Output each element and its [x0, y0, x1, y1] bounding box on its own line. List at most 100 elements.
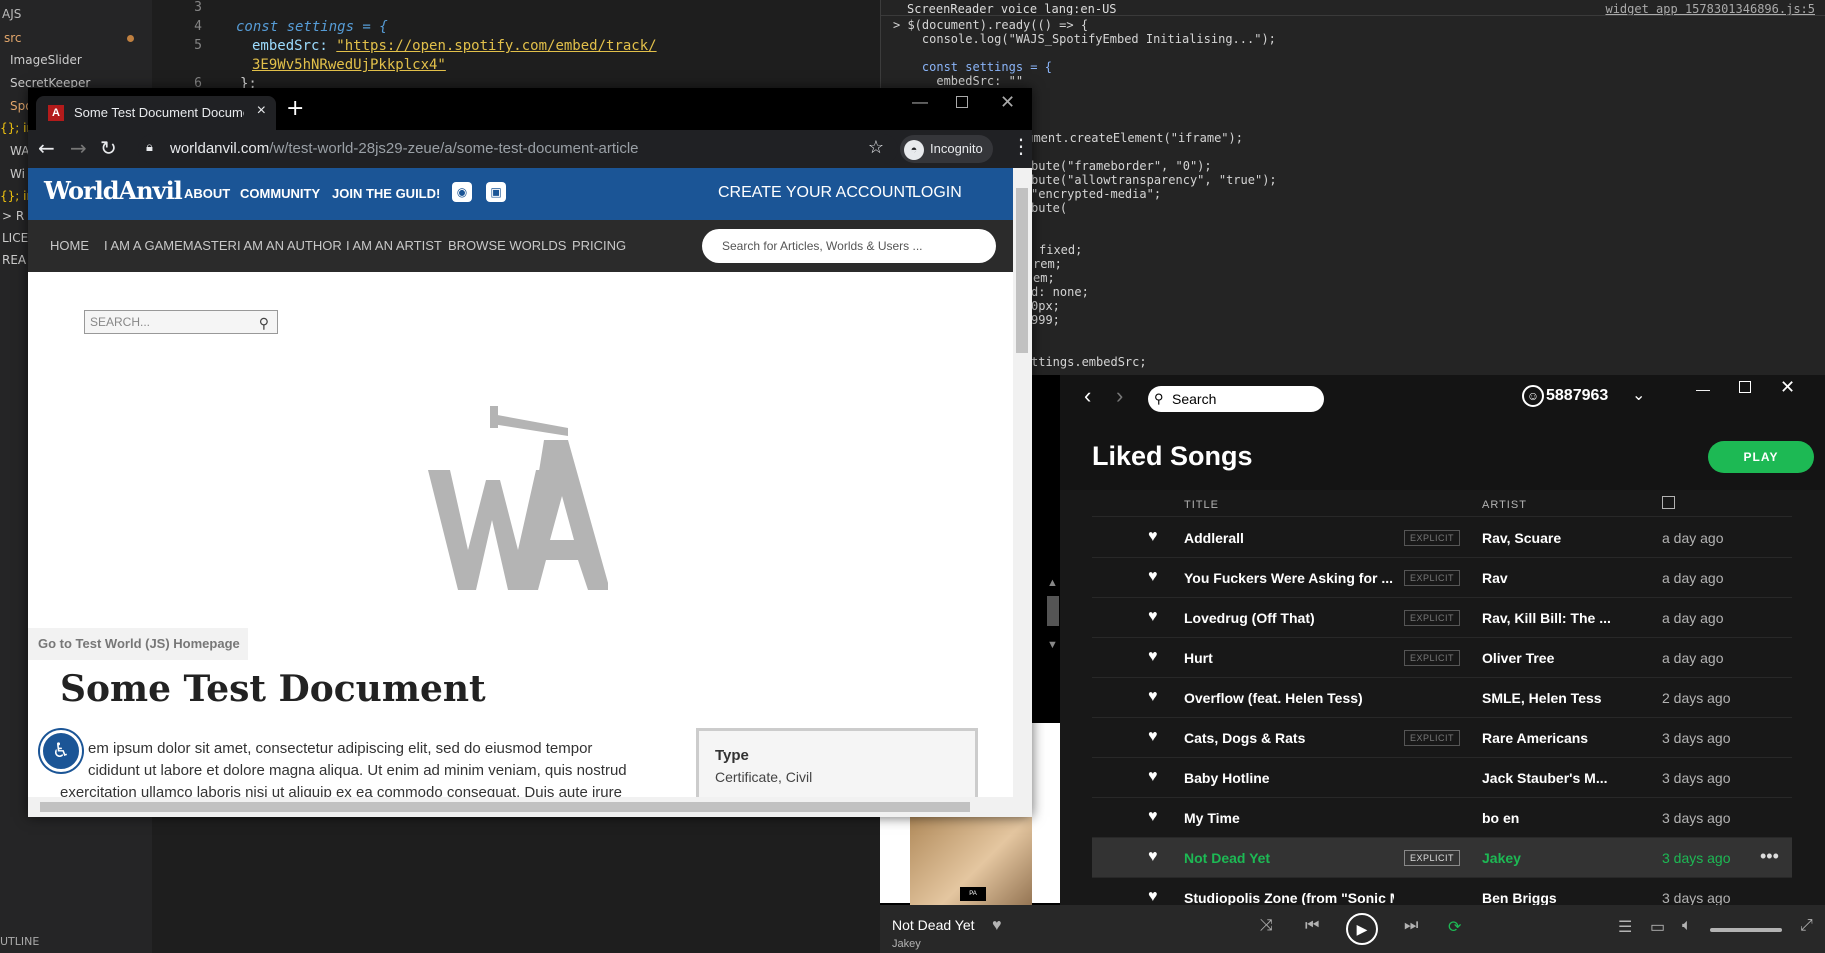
outline-section[interactable]: UTLINE	[0, 932, 152, 952]
next-icon[interactable]: ⏭	[1404, 917, 1418, 935]
track-artist[interactable]: bo en	[1482, 810, 1614, 826]
calendar-icon[interactable]	[1662, 496, 1675, 509]
shuffle-icon[interactable]: ⤨	[1260, 917, 1273, 935]
column-title[interactable]: TITLE	[1184, 499, 1219, 511]
track-row[interactable]: ♥ Lovedrug (Off That) EXPLICIT Rav, Kill Bi…	[1092, 598, 1792, 638]
discord-icon[interactable]: ◉	[452, 182, 472, 202]
browser-tab[interactable]: A Some Test Document Document ×	[36, 96, 276, 130]
subnav-gamemaster[interactable]: I AM A GAMEMASTER	[104, 238, 237, 253]
new-tab-icon[interactable]: +	[286, 96, 304, 121]
chevron-down-icon[interactable]: ⌄	[1632, 385, 1645, 405]
back-icon[interactable]: ‹	[1084, 383, 1091, 409]
scroll-thumb[interactable]	[1016, 188, 1028, 353]
more-options-icon[interactable]: •••	[1760, 846, 1779, 867]
sidebar-scrollbar[interactable]	[1047, 596, 1059, 626]
bookmark-star-icon[interactable]: ☆	[868, 137, 884, 158]
heart-icon[interactable]: ♥	[992, 917, 1002, 935]
scroll-up-icon[interactable]: ▲	[1047, 577, 1058, 589]
column-artist[interactable]: ARTIST	[1482, 499, 1527, 511]
user-name[interactable]: 5887963	[1546, 387, 1608, 405]
devices-icon[interactable]: ▭	[1650, 917, 1665, 937]
scroll-down-icon[interactable]: ▼	[1047, 639, 1058, 651]
heart-icon[interactable]: ♥	[1148, 648, 1158, 666]
subnav-home[interactable]: HOME	[50, 238, 89, 253]
track-title[interactable]: Studiopolis Zone (from "Sonic Mania")	[1184, 890, 1394, 906]
user-icon[interactable]: ☺	[1522, 385, 1544, 407]
now-playing-artist[interactable]: Jakey	[892, 938, 921, 950]
volume-slider[interactable]	[1710, 928, 1782, 932]
track-row[interactable]: ♥ Hurt EXPLICIT Oliver Tree a day ago	[1092, 638, 1792, 678]
heart-icon[interactable]: ♥	[1148, 568, 1158, 586]
back-icon[interactable]: ←	[38, 136, 55, 160]
subnav-browse-worlds[interactable]: BROWSE WORLDS	[448, 238, 566, 253]
track-artist[interactable]: Rav, Scuare	[1482, 530, 1614, 546]
close-tab-icon[interactable]: ×	[257, 102, 266, 120]
track-row[interactable]: ♥ Addlerall EXPLICIT Rav, Scuare a day ago	[1092, 518, 1792, 558]
search-input[interactable]: ⚲ Search	[1148, 386, 1324, 412]
maximize-icon[interactable]	[1739, 381, 1751, 393]
heart-icon[interactable]: ♥	[1148, 528, 1158, 546]
create-account-link[interactable]: CREATE YOUR ACCOUNT	[718, 184, 915, 202]
track-title[interactable]: You Fuckers Were Asking for ...	[1184, 570, 1394, 586]
reload-icon[interactable]: ↻	[100, 136, 117, 160]
heart-icon[interactable]: ♥	[1148, 728, 1158, 746]
site-search-input[interactable]: Search for Articles, Worlds & Users ...	[702, 229, 996, 263]
track-title[interactable]: My Time	[1184, 810, 1394, 826]
previous-icon[interactable]: ⏮	[1305, 917, 1319, 935]
track-row[interactable]: ♥ Baby Hotline Jack Stauber's M... 3 days a…	[1092, 758, 1792, 798]
heart-icon[interactable]: ♥	[1148, 768, 1158, 786]
heart-icon[interactable]: ♥	[1148, 808, 1158, 826]
track-artist[interactable]: Rare Americans	[1482, 730, 1614, 746]
track-title[interactable]: Overflow (feat. Helen Tess)	[1184, 690, 1394, 706]
volume-icon[interactable]: 🔈︎	[1682, 917, 1692, 935]
minimize-icon[interactable]: —	[1696, 381, 1710, 397]
track-title[interactable]: Cats, Dogs & Rats	[1184, 730, 1394, 746]
track-artist[interactable]: Rav	[1482, 570, 1614, 586]
track-artist[interactable]: Jakey	[1482, 850, 1614, 866]
explorer-item[interactable]: ImageSlider	[0, 50, 152, 70]
menu-kebab-icon[interactable]: ⋮	[1011, 134, 1031, 158]
world-search-input[interactable]: SEARCH... ⚲	[84, 310, 278, 334]
heart-icon[interactable]: ♥	[1148, 848, 1158, 866]
track-artist[interactable]: SMLE, Helen Tess	[1482, 690, 1614, 706]
subnav-pricing[interactable]: PRICING	[572, 238, 626, 253]
track-artist[interactable]: Rav, Kill Bill: The ...	[1482, 610, 1614, 626]
track-row[interactable]: ♥ You Fuckers Were Asking for ... EXPLICIT…	[1092, 558, 1792, 598]
track-row[interactable]: ♥ My Time bo en 3 days ago	[1092, 798, 1792, 838]
nav-about[interactable]: ABOUT	[184, 186, 230, 201]
horizontal-scrollbar[interactable]	[28, 797, 1032, 817]
heart-icon[interactable]: ♥	[1148, 608, 1158, 626]
track-row[interactable]: ♥ Cats, Dogs & Rats EXPLICIT Rare Americans…	[1092, 718, 1792, 758]
track-title[interactable]: Baby Hotline	[1184, 770, 1394, 786]
world-homepage-link[interactable]: Go to Test World (JS) Homepage	[28, 628, 248, 660]
patreon-icon[interactable]: ▣	[486, 182, 506, 202]
nav-community[interactable]: COMMUNITY	[240, 186, 320, 201]
address-bar[interactable]: 🔒︎ worldanvil.com/w/test-world-28js29-ze…	[138, 134, 898, 164]
queue-icon[interactable]: ☰	[1618, 917, 1632, 937]
nav-join-guild[interactable]: JOIN THE GUILD!	[332, 186, 440, 201]
track-title[interactable]: Lovedrug (Off That)	[1184, 610, 1394, 626]
vertical-scrollbar[interactable]	[1013, 168, 1032, 797]
scroll-thumb[interactable]	[40, 802, 970, 812]
repeat-icon[interactable]: ⟳	[1448, 917, 1461, 937]
track-artist[interactable]: Ben Briggs	[1482, 890, 1614, 906]
track-row[interactable]: ♥ Not Dead Yet EXPLICIT Jakey 3 days ago •••	[1092, 838, 1792, 878]
minimize-icon[interactable]: —	[912, 94, 928, 112]
forward-icon[interactable]: ›	[1116, 383, 1123, 409]
forward-icon[interactable]: →	[70, 136, 87, 160]
track-artist[interactable]: Jack Stauber's M...	[1482, 770, 1614, 786]
close-window-icon[interactable]: ✕	[1000, 92, 1015, 113]
search-icon[interactable]: ⚲	[259, 312, 269, 334]
incognito-badge[interactable]: ◓ Incognito	[900, 135, 993, 163]
heart-icon[interactable]: ♥	[1148, 888, 1158, 906]
track-title[interactable]: Hurt	[1184, 650, 1394, 666]
track-artist[interactable]: Oliver Tree	[1482, 650, 1614, 666]
explorer-folder[interactable]: AJS	[0, 4, 152, 24]
track-title[interactable]: Not Dead Yet	[1184, 850, 1394, 866]
subnav-artist[interactable]: I AM AN ARTIST	[346, 238, 442, 253]
maximize-icon[interactable]	[956, 96, 968, 108]
track-title[interactable]: Addlerall	[1184, 530, 1394, 546]
subnav-author[interactable]: I AM AN AUTHOR	[237, 238, 342, 253]
login-link[interactable]: LOGIN	[912, 184, 962, 202]
expand-icon[interactable]: ⤢	[1800, 917, 1813, 935]
